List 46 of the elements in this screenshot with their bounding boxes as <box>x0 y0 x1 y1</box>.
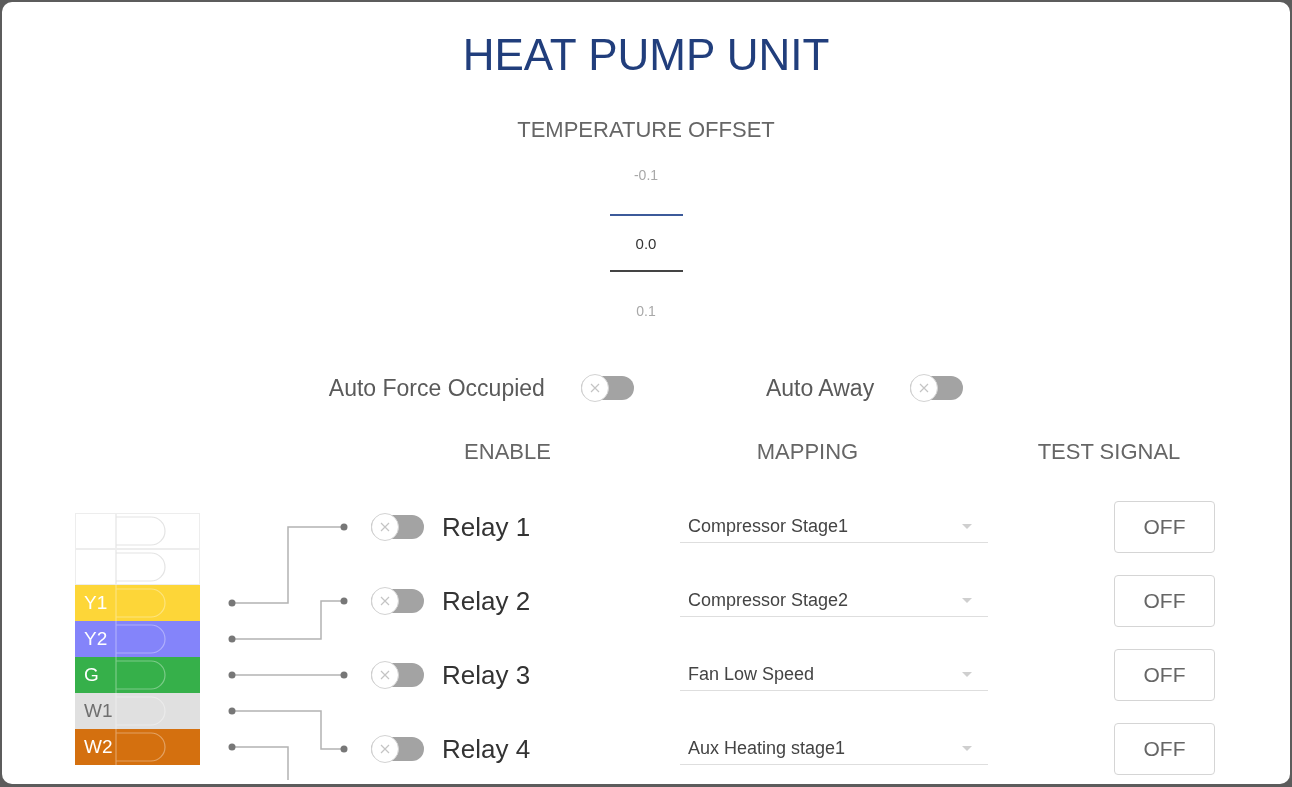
test-signal-button[interactable]: OFF <box>1114 575 1215 627</box>
x-icon <box>380 596 390 606</box>
toggle-switch[interactable] <box>580 374 634 402</box>
mapping-dropdown[interactable]: Compressor Stage1 <box>680 511 988 543</box>
column-header: TEST SIGNAL <box>1037 438 1181 466</box>
caret-icon <box>962 598 972 603</box>
caret-icon <box>962 746 972 751</box>
x-icon <box>380 744 390 754</box>
toggle-switch[interactable] <box>371 587 424 615</box>
toggle-switch[interactable] <box>371 735 424 763</box>
slot-outline-icon <box>115 621 169 657</box>
slot-outline-icon <box>115 693 169 729</box>
section-label: TEMPERATURE OFFSET <box>517 116 775 144</box>
slot-outline-icon <box>115 657 169 693</box>
toggle-switch[interactable] <box>371 513 424 541</box>
terminal-label: W1 <box>83 700 114 722</box>
switch-label: Auto Away <box>765 374 875 403</box>
terminal-label: W2 <box>83 736 114 758</box>
relay-name: Relay 4 <box>442 733 531 765</box>
mapping-dropdown[interactable]: Compressor Stage2 <box>680 585 988 617</box>
test-signal-button[interactable]: OFF <box>1114 723 1215 775</box>
slot-outline-icon <box>115 729 169 765</box>
column-header: MAPPING <box>756 438 859 466</box>
toggle-switch[interactable] <box>910 374 964 402</box>
terminal-label: G <box>83 664 100 686</box>
dialog-title: HEAT PUMP UNIT <box>462 29 830 81</box>
terminal-label: Y2 <box>83 628 109 650</box>
x-icon <box>919 383 930 393</box>
toggle-switch[interactable] <box>371 661 424 689</box>
relay-name: Relay 3 <box>442 659 531 691</box>
caret-icon <box>962 672 972 677</box>
caret-icon <box>962 524 972 529</box>
column-header: ENABLE <box>464 438 551 466</box>
x-icon <box>380 522 390 532</box>
relay-name: Relay 1 <box>442 511 531 543</box>
terminal-label: Y1 <box>83 592 109 614</box>
mapping-dropdown[interactable]: Fan Low Speed <box>680 659 988 691</box>
mapping-dropdown[interactable]: Aux Heating stage1 <box>680 733 988 765</box>
x-icon <box>589 383 600 393</box>
test-signal-button[interactable]: OFF <box>1114 501 1215 553</box>
relay-name: Relay 2 <box>442 585 531 617</box>
picker-option[interactable]: 0.0 <box>609 214 683 272</box>
test-signal-button[interactable]: OFF <box>1114 649 1215 701</box>
switch-label: Auto Force Occupied <box>328 374 545 403</box>
slot-outline-icon <box>115 585 169 621</box>
x-icon <box>380 670 390 680</box>
